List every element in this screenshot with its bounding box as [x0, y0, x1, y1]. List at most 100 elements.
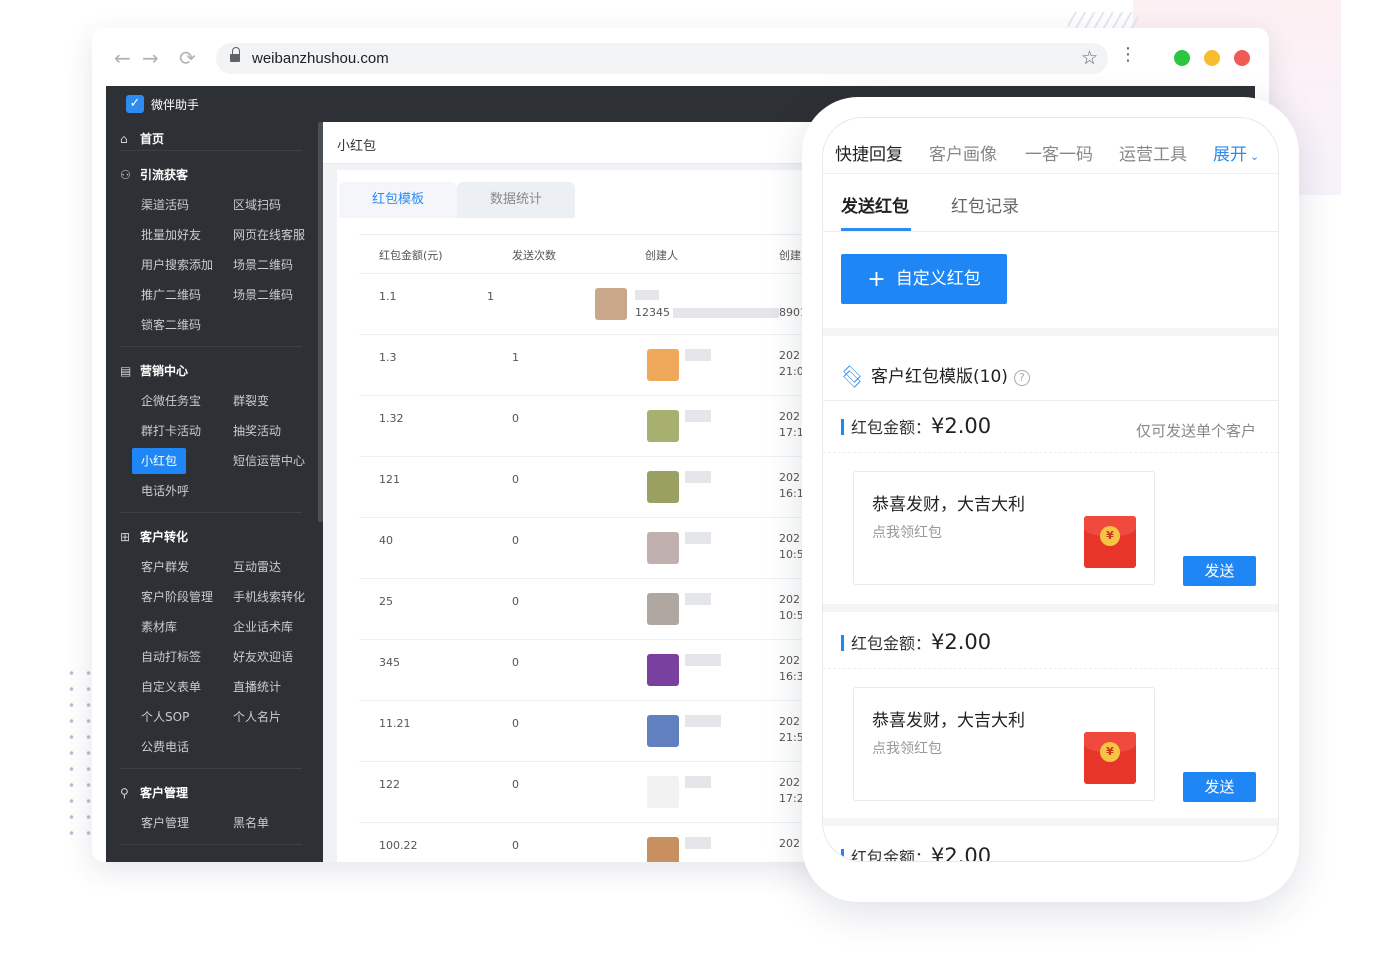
- cell-send-count: 0: [512, 839, 519, 852]
- sidebar-item[interactable]: 直播统计: [233, 674, 281, 700]
- sidebar-section-title: 客户管理: [140, 786, 189, 800]
- cell-created-date: 202: [779, 715, 800, 728]
- sidebar-item[interactable]: 区域扫码: [233, 192, 281, 218]
- window-close-button[interactable]: [1234, 50, 1250, 66]
- section-gap: [823, 328, 1278, 336]
- send-button-2[interactable]: 发送: [1183, 772, 1256, 802]
- amount-value: ¥2.00: [931, 630, 992, 654]
- red-packet-card-1[interactable]: 恭喜发财，大吉大利 点我领红包 ¥: [853, 471, 1155, 585]
- star-icon[interactable]: ☆: [1081, 47, 1098, 69]
- send-button-1[interactable]: 发送: [1183, 556, 1256, 586]
- custom-red-packet-label: 自定义红包: [895, 269, 981, 289]
- sidebar-item[interactable]: 公费电话: [141, 734, 189, 760]
- cell-created-date: 202: [779, 837, 800, 850]
- section-gap: [823, 818, 1278, 826]
- cell-created-time: 10:5: [779, 609, 804, 622]
- sidebar-item[interactable]: 个人SOP: [141, 704, 189, 730]
- sidebar-item[interactable]: 场景二维码: [233, 282, 293, 308]
- tab-red-packet-records[interactable]: 红包记录: [951, 192, 1019, 217]
- sidebar-item[interactable]: 短信运营中心: [233, 448, 305, 474]
- sidebar-item[interactable]: 网页在线客服: [233, 222, 305, 248]
- sidebar-section-2[interactable]: ▤ 营销中心: [120, 362, 188, 379]
- sidebar-section-title: 引流获客: [140, 168, 189, 182]
- sidebar-item[interactable]: 自定义表单: [141, 674, 201, 700]
- window-minimize-button[interactable]: [1204, 50, 1220, 66]
- sidebar-item[interactable]: 电话外呼: [141, 478, 189, 504]
- tab-one-customer-one-code[interactable]: 一客一码: [1025, 140, 1093, 165]
- col-creator: 创建人: [645, 249, 678, 262]
- sidebar-item[interactable]: 好友欢迎语: [233, 644, 293, 670]
- cell-created: 202 10:5: [779, 592, 804, 624]
- sidebar-item[interactable]: 锁客二维码: [141, 312, 201, 338]
- brand-name: 微伴助手: [151, 98, 200, 112]
- sidebar-section-1[interactable]: ⚇ 引流获客: [120, 166, 188, 183]
- cell-amount: 25: [379, 595, 393, 608]
- address-bar[interactable]: weibanzhushou.com ☆: [216, 43, 1108, 74]
- sidebar-section-3[interactable]: ⊞ 客户转化: [120, 528, 188, 545]
- sidebar-item[interactable]: 手机线索转化: [233, 584, 305, 610]
- sidebar-item[interactable]: 互动雷达: [233, 554, 281, 580]
- sidebar-item[interactable]: 群打卡活动: [141, 418, 201, 444]
- sidebar-section-4[interactable]: ⚲ 客户管理: [120, 784, 188, 801]
- tab-data-statistics[interactable]: 数据统计: [457, 182, 575, 218]
- sidebar-item[interactable]: 企微任务宝: [141, 388, 201, 414]
- col-send-count: 发送次数: [512, 249, 556, 262]
- expand-button[interactable]: 展开 ⌄: [1213, 140, 1259, 165]
- cell-created: 202 10:5: [779, 531, 804, 563]
- custom-red-packet-button[interactable]: + 自定义红包: [841, 254, 1007, 304]
- sidebar-item[interactable]: 渠道活码: [141, 192, 189, 218]
- calendar-icon: ▤: [120, 364, 132, 378]
- col-amount: 红包金额(元): [379, 249, 443, 262]
- avatar: [647, 715, 679, 747]
- cell-amount: 100.22: [379, 839, 418, 852]
- sidebar-item[interactable]: 抽奖活动: [233, 418, 281, 444]
- help-icon[interactable]: ?: [1013, 370, 1030, 386]
- sidebar-item[interactable]: 推广二维码: [141, 282, 201, 308]
- sidebar-item[interactable]: 个人名片: [233, 704, 281, 730]
- cell-created-date: 202: [779, 532, 800, 545]
- cell-amount: 1.32: [379, 412, 404, 425]
- sidebar-item[interactable]: 用户搜索添加: [141, 252, 213, 278]
- amount-line-1: 红包金额：¥2.00: [841, 414, 991, 438]
- url-text: weibanzhushou.com: [252, 50, 389, 67]
- tab-customer-profile[interactable]: 客户画像: [929, 140, 997, 165]
- cell-created-time: 16:1: [779, 487, 804, 500]
- tab-send-red-packet[interactable]: 发送红包: [841, 192, 909, 217]
- cell-created-date: 202: [779, 471, 800, 484]
- tab-quick-reply[interactable]: 快捷回复: [835, 140, 903, 165]
- sidebar-item[interactable]: 客户管理: [141, 810, 189, 836]
- tab-red-packet-template[interactable]: 红包模板: [339, 182, 457, 218]
- back-arrow-icon[interactable]: ←: [114, 48, 131, 68]
- cell-amount: 40: [379, 534, 393, 547]
- sidebar-section-title: 客户转化: [140, 530, 189, 544]
- cell-amount: 121: [379, 473, 400, 486]
- reload-icon[interactable]: ⟳: [179, 48, 196, 68]
- sidebar-item[interactable]: 自动打标签: [141, 644, 201, 670]
- sidebar-item[interactable]: 企业话术库: [233, 614, 293, 640]
- browser-menu-icon[interactable]: ⋮: [1119, 46, 1137, 64]
- cell-created-date: 202: [779, 410, 800, 423]
- sidebar-section-0[interactable]: ⌂ 首页: [120, 130, 164, 147]
- active-tab-underline: [841, 228, 911, 231]
- tab-operation-tools[interactable]: 运营工具: [1119, 140, 1187, 165]
- card-subtitle: 点我领红包: [872, 741, 942, 757]
- sidebar-item[interactable]: 小红包: [132, 448, 187, 474]
- sidebar-item[interactable]: 客户阶段管理: [141, 584, 213, 610]
- avatar: [647, 532, 679, 564]
- sidebar-item[interactable]: 场景二维码: [233, 252, 293, 278]
- sidebar-item[interactable]: 批量加好友: [141, 222, 201, 248]
- sidebar-item[interactable]: 黑名单: [233, 810, 269, 836]
- sidebar-item[interactable]: 群裂变: [233, 388, 269, 414]
- template-heading-text: 客户红包模版(10): [871, 367, 1008, 387]
- accent-bar: [841, 849, 844, 861]
- sidebar-item[interactable]: 素材库: [141, 614, 177, 640]
- avatar: [647, 471, 679, 503]
- sidebar-item[interactable]: 客户群发: [141, 554, 189, 580]
- cell-created: 202 21:5: [779, 714, 804, 746]
- forward-arrow-icon[interactable]: →: [142, 48, 159, 68]
- sidebar-divider: [120, 844, 302, 845]
- red-packet-card-2[interactable]: 恭喜发财，大吉大利 点我领红包 ¥: [853, 687, 1155, 801]
- amount-prefix: 红包金额：: [851, 634, 932, 653]
- cell-amount: 11.21: [379, 717, 411, 730]
- window-maximize-button[interactable]: [1174, 50, 1190, 66]
